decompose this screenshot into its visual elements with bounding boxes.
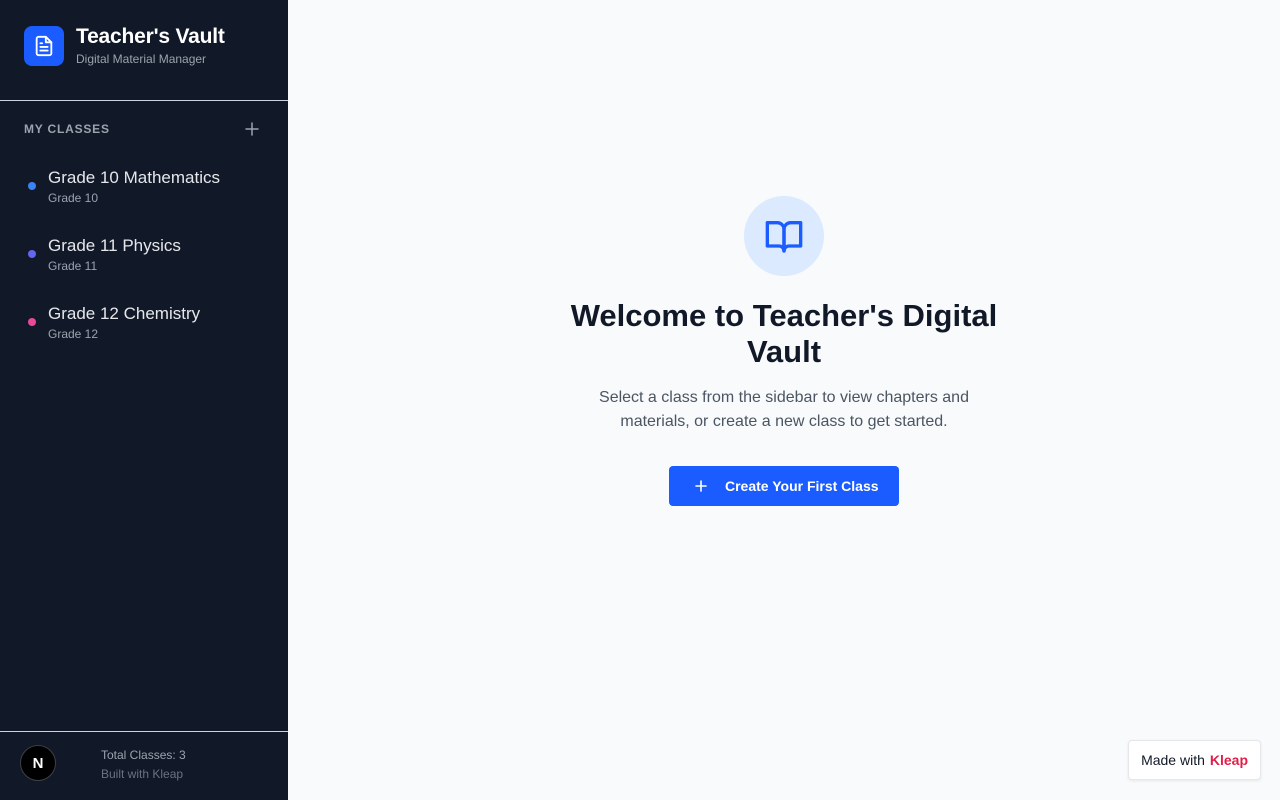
class-color-dot: [28, 250, 36, 258]
class-list: Grade 10 Mathematics Grade 10 Grade 11 P…: [0, 157, 288, 361]
welcome-description: Select a class from the sidebar to view …: [599, 389, 969, 430]
next-badge[interactable]: N: [20, 745, 56, 781]
create-first-class-label: Create Your First Class: [725, 478, 879, 494]
class-name: Grade 12 Chemistry: [48, 304, 201, 323]
class-grade: Grade 12: [48, 327, 99, 341]
brand-title: Teacher's Vault: [76, 25, 225, 48]
class-name: Grade 10 Mathematics: [48, 168, 220, 187]
made-with-prefix: Made with: [1141, 752, 1205, 768]
class-name: Grade 11 Physics: [48, 236, 181, 255]
page-title: Welcome to Teacher's Digital Vault: [570, 298, 998, 369]
main-content: Welcome to Teacher's Digital Vault Selec…: [288, 0, 1280, 800]
built-with: Built with Kleap: [101, 767, 184, 781]
brand-header: Teacher's Vault Digital Material Manager: [0, 0, 288, 101]
welcome-panel: Welcome to Teacher's Digital Vault Selec…: [288, 196, 1280, 506]
create-first-class-button[interactable]: Create Your First Class: [669, 466, 899, 506]
plus-icon: [695, 480, 707, 492]
classes-header: MY CLASSES: [0, 101, 288, 157]
book-open-icon: [744, 196, 824, 276]
sidebar: Teacher's Vault Digital Material Manager…: [0, 0, 288, 800]
made-with-brand: Kleap: [1209, 752, 1248, 768]
plus-icon: [245, 122, 259, 136]
brand-subtitle: Digital Material Manager: [76, 52, 207, 66]
class-color-dot: [28, 182, 36, 190]
class-item-grade-10-mathematics[interactable]: Grade 10 Mathematics Grade 10: [0, 157, 288, 225]
class-grade: Grade 11: [48, 259, 98, 273]
document-icon: [24, 26, 64, 66]
class-item-grade-12-chemistry[interactable]: Grade 12 Chemistry Grade 12: [0, 293, 288, 361]
made-with-badge[interactable]: Made with Kleap: [1128, 740, 1261, 780]
section-title: MY CLASSES: [24, 122, 110, 136]
total-classes: Total Classes: 3: [101, 748, 186, 762]
sidebar-footer: N Total Classes: 3 Built with Kleap: [0, 731, 288, 800]
add-class-button[interactable]: [244, 121, 260, 137]
class-color-dot: [28, 318, 36, 326]
class-grade: Grade 10: [48, 191, 99, 205]
class-item-grade-11-physics[interactable]: Grade 11 Physics Grade 11: [0, 225, 288, 293]
